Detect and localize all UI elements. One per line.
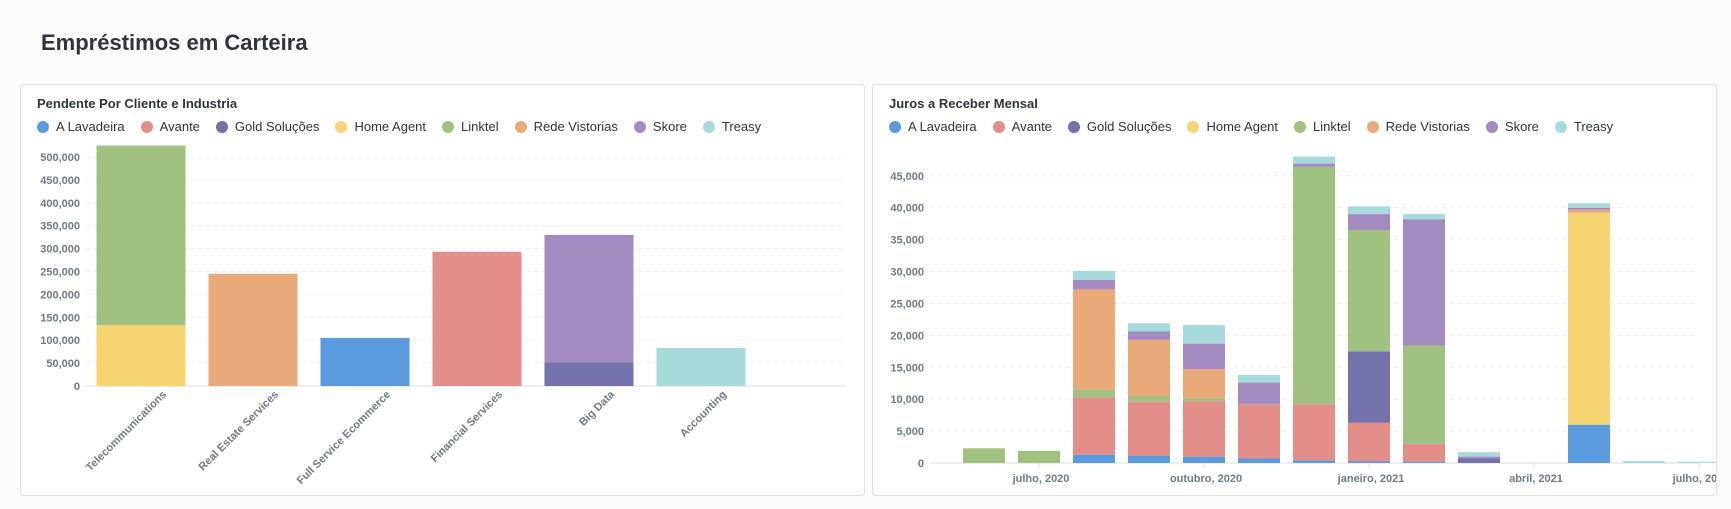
bar-segment-rede-vistorias[interactable] [1128, 339, 1170, 396]
y-tick-label: 40,000 [890, 203, 924, 215]
x-tick-label: julho, 2020 [1012, 473, 1070, 485]
bar-segment-linktel[interactable] [1018, 450, 1060, 463]
bar-segment-linktel[interactable] [1348, 230, 1390, 352]
bar-segment-skore[interactable] [1073, 279, 1115, 290]
bar-segment-gold-solucoes[interactable] [1458, 458, 1500, 463]
bar-segment-avante[interactable] [432, 251, 522, 386]
y-tick-label: 0 [74, 381, 80, 393]
bar-segment-treasy[interactable] [1348, 206, 1390, 215]
bar-segment-skore[interactable] [1403, 219, 1445, 346]
y-tick-label: 500,000 [40, 152, 80, 164]
y-tick-label: 400,000 [40, 198, 80, 210]
chart-card-pendente: Pendente Por Cliente e Industria A Lavad… [20, 84, 865, 496]
x-tick-label: janeiro, 2021 [1337, 473, 1405, 485]
y-tick-label: 300,000 [40, 244, 80, 256]
x-tick-label: abril, 2021 [1509, 473, 1563, 485]
bar-segment-avante[interactable] [1403, 443, 1445, 462]
bar-segment-treasy[interactable] [656, 347, 746, 386]
bar-segment-a-lavadeira[interactable] [1568, 424, 1610, 463]
bar-segment-linktel[interactable] [1128, 395, 1170, 402]
bar-segment-rede-vistorias[interactable] [1073, 289, 1115, 390]
y-tick-label: 0 [918, 458, 924, 470]
bar-segment-skore[interactable] [1348, 214, 1390, 231]
bar-segment-treasy[interactable] [1403, 214, 1445, 220]
bar-segment-a-lavadeira[interactable] [1183, 456, 1225, 463]
bar-segment-a-lavadeira[interactable] [1073, 454, 1115, 463]
y-tick-label: 10,000 [890, 394, 924, 406]
x-tick-label: Big Data [577, 388, 618, 429]
bar-segment-treasy[interactable] [1568, 203, 1610, 208]
bar-segment-treasy[interactable] [1073, 270, 1115, 280]
x-tick-label: Financial Services [429, 389, 505, 465]
y-tick-label: 15,000 [890, 362, 924, 374]
bar-segment-skore[interactable] [1183, 343, 1225, 370]
bar-segment-a-lavadeira[interactable] [1238, 458, 1280, 463]
y-tick-label: 100,000 [40, 335, 80, 347]
bar-segment-skore[interactable] [1458, 456, 1500, 459]
bar-segment-linktel[interactable] [1073, 389, 1115, 398]
bar-segment-treasy[interactable] [1678, 461, 1717, 463]
bar-segment-skore[interactable] [1293, 163, 1335, 167]
bar-segment-linktel[interactable] [963, 448, 1005, 463]
bar-segment-skore[interactable] [1568, 207, 1610, 210]
bar-segment-treasy[interactable] [1458, 452, 1500, 457]
bar-segment-rede-vistorias[interactable] [1568, 209, 1610, 213]
bar-segment-rede-vistorias[interactable] [208, 273, 298, 386]
bar-segment-home-agent[interactable] [1568, 212, 1610, 425]
y-tick-label: 5,000 [896, 426, 924, 438]
x-tick-label: Accounting [678, 389, 729, 440]
bar-segment-a-lavadeira[interactable] [1348, 461, 1390, 463]
bar-segment-linktel[interactable] [1183, 397, 1225, 402]
x-tick-label: Real Estate Services [197, 389, 282, 474]
bar-segment-linktel[interactable] [1403, 345, 1445, 444]
bar-segment-treasy[interactable] [1183, 325, 1225, 344]
bar-segment-avante[interactable] [1183, 401, 1225, 457]
bar-segment-treasy[interactable] [1623, 461, 1665, 463]
bar-segment-a-lavadeira[interactable] [1403, 461, 1445, 463]
x-tick-label: outubro, 2020 [1170, 473, 1242, 485]
y-tick-label: 30,000 [890, 267, 924, 279]
bar-segment-linktel[interactable] [1293, 166, 1335, 405]
y-tick-label: 45,000 [890, 171, 924, 183]
bar-segment-a-lavadeira[interactable] [320, 337, 410, 386]
y-tick-label: 250,000 [40, 267, 80, 279]
y-tick-label: 450,000 [40, 175, 80, 187]
bar-segment-skore[interactable] [1128, 331, 1170, 340]
y-tick-label: 200,000 [40, 289, 80, 301]
bar-segment-treasy[interactable] [1293, 156, 1335, 164]
bar-segment-treasy[interactable] [1128, 323, 1170, 332]
bar-segment-avante[interactable] [1348, 422, 1390, 462]
bar-segment-treasy[interactable] [1238, 374, 1280, 383]
chart-card-juros: Juros a Receber Mensal A Lavadeira Avante… [872, 84, 1717, 496]
bar-segment-linktel[interactable] [96, 145, 186, 326]
bar-segment-a-lavadeira[interactable] [1293, 460, 1335, 463]
y-tick-label: 350,000 [40, 221, 80, 233]
stacked-bar-chart-juros: 0 5,000 10,000 15,000 20,000 25,000 30,000 35,0… [890, 156, 1717, 485]
bar-segment-home-agent[interactable] [96, 325, 186, 386]
x-tick-label: julho, 2021 [1672, 473, 1717, 485]
page-title: Empréstimos em Carteira [41, 30, 308, 55]
x-tick-label: Telecommunications [84, 389, 169, 474]
bar-segment-avante[interactable] [1073, 397, 1115, 455]
y-tick-label: 35,000 [890, 235, 924, 247]
x-tick-label: Full Service Ecommerce [295, 389, 393, 487]
bar-segment-avante[interactable] [1128, 401, 1170, 456]
y-tick-label: 150,000 [40, 312, 80, 324]
bar-segment-avante[interactable] [1238, 404, 1280, 459]
bar-segment-avante[interactable] [1293, 404, 1335, 461]
bar-segment-rede-vistorias[interactable] [1183, 369, 1225, 398]
bar-segment-skore[interactable] [544, 234, 634, 363]
y-tick-label: 50,000 [46, 358, 80, 370]
y-tick-label: 20,000 [890, 330, 924, 342]
bar-segment-gold-solucoes[interactable] [544, 362, 634, 386]
y-tick-label: 25,000 [890, 298, 924, 310]
stacked-bar-chart-pendente: 0 50,000 100,000 150,000 200,000 250,000 300,0… [40, 145, 846, 487]
bar-segment-a-lavadeira[interactable] [1128, 455, 1170, 463]
bar-segment-gold-solucoes[interactable] [1348, 351, 1390, 423]
bar-segment-skore[interactable] [1238, 382, 1280, 405]
